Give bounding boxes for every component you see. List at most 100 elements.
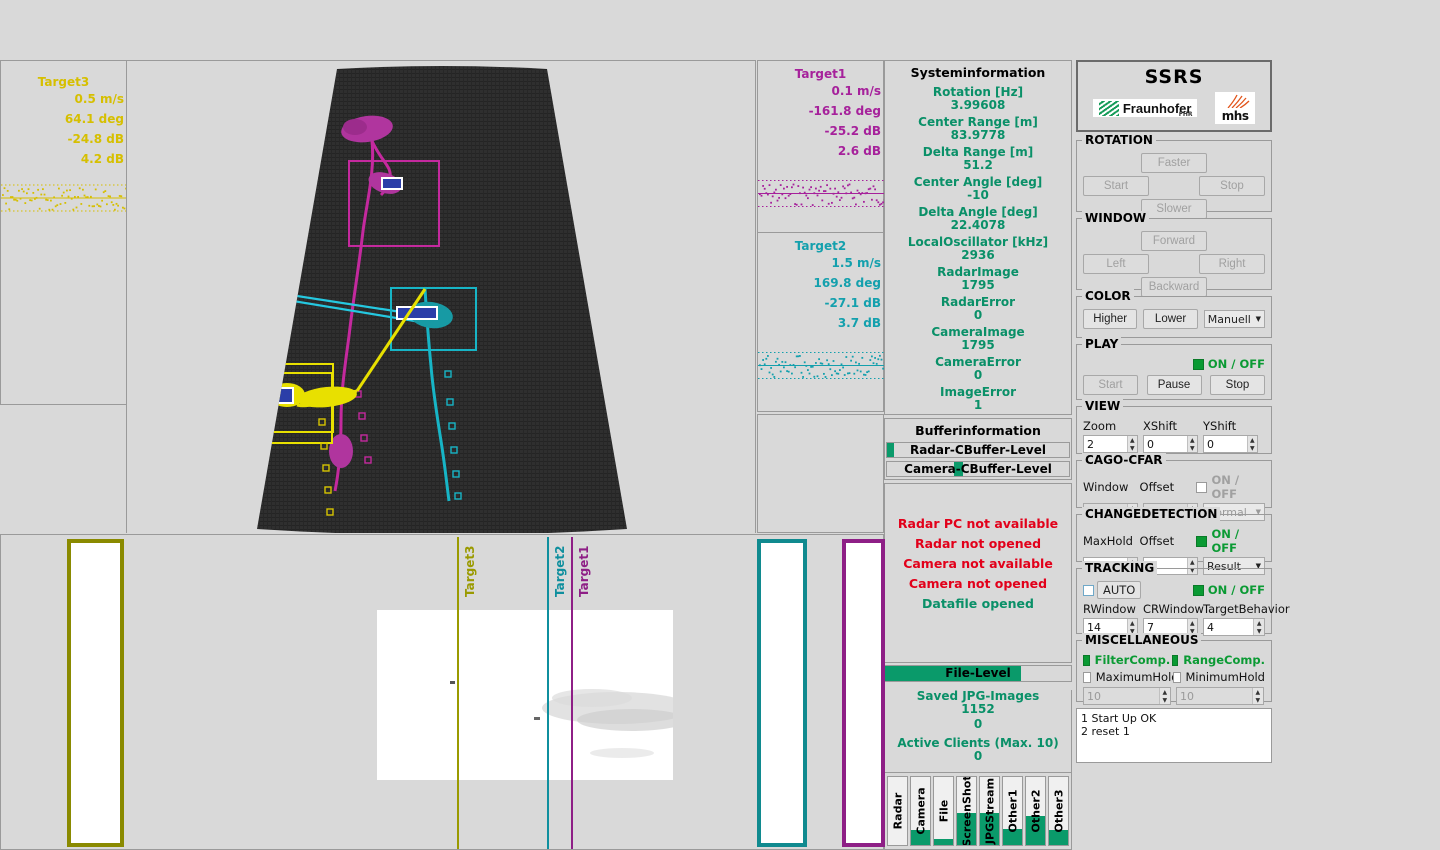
tab-label: Camera xyxy=(914,787,927,835)
maximumhold-stepper[interactable]: ▲▼ xyxy=(1083,687,1171,705)
rotation-faster-button[interactable]: Faster xyxy=(1141,153,1207,173)
tracking-title: TRACKING xyxy=(1082,561,1158,575)
status-messages-panel: Radar PC not available Radar not opened Ca… xyxy=(884,483,1072,663)
radar-ppi-display[interactable] xyxy=(126,60,756,533)
tracking-behavior-input[interactable] xyxy=(1204,619,1254,635)
view-xshift-input[interactable] xyxy=(1144,436,1187,452)
system-info-row: Center Range [m] 83.9778 xyxy=(885,116,1071,142)
play-start-button[interactable]: Start xyxy=(1083,375,1138,395)
tab-label: ScreenShot xyxy=(960,776,973,846)
tab-label: Radar xyxy=(891,792,904,830)
rotation-slower-button[interactable]: Slower xyxy=(1141,199,1207,219)
tab-label: Other1 xyxy=(1006,789,1019,833)
rotation-title: ROTATION xyxy=(1082,133,1156,147)
minimumhold-checkbox[interactable] xyxy=(1172,671,1181,683)
rangecomp-label: RangeComp. xyxy=(1183,653,1265,667)
play-title: PLAY xyxy=(1082,337,1122,351)
view-title: VIEW xyxy=(1082,399,1124,413)
system-info-row: Delta Angle [deg] 22.4078 xyxy=(885,206,1071,232)
cd-onoff-label: ON / OFF xyxy=(1211,527,1240,555)
rangecomp-checkbox[interactable] xyxy=(1171,654,1179,666)
fraunhofer-sub-label: FHR xyxy=(1178,111,1193,118)
tab-other3[interactable]: Other3 xyxy=(1048,776,1069,846)
tracking-onoff-label: ON / OFF xyxy=(1207,583,1265,597)
tracking-auto-checkbox[interactable] xyxy=(1083,584,1094,596)
system-info-value: 22.4078 xyxy=(950,218,1006,232)
status-message: Radar PC not available xyxy=(897,516,1059,531)
filtercomp-checkbox[interactable] xyxy=(1083,654,1090,666)
color-mode-select[interactable]: Manuell ▼ xyxy=(1203,310,1265,328)
rotation-group: ROTATION Faster Start Stop Slower xyxy=(1076,133,1272,219)
play-stop-button[interactable]: Stop xyxy=(1210,375,1265,395)
target1-marker-line xyxy=(571,537,573,849)
target1-camera-crop[interactable] xyxy=(842,539,885,847)
target2-camera-crop[interactable] xyxy=(757,539,807,847)
color-group: COLOR Higher Lower Manuell ▼ xyxy=(1076,289,1272,338)
minimumhold-stepper[interactable]: ▲▼ xyxy=(1176,687,1264,705)
fraunhofer-mark-icon xyxy=(1098,101,1119,116)
tab-camera[interactable]: Camera xyxy=(910,776,931,846)
tracking-behavior-stepper[interactable]: ▲▼ xyxy=(1203,618,1265,636)
tab-screenshot[interactable]: ScreenShot xyxy=(956,776,977,846)
view-zoom-input[interactable] xyxy=(1084,436,1127,452)
camera-view-area: Target3 Target2 Target1 xyxy=(0,534,885,850)
tab-label: JPGStream xyxy=(983,777,996,845)
window-backward-button[interactable]: Backward xyxy=(1141,277,1207,297)
view-yshift-stepper[interactable]: ▲▼ xyxy=(1203,435,1258,453)
target2-marker-label: Target2 xyxy=(553,545,567,597)
changedetection-title: CHANGEDETECTION xyxy=(1082,507,1221,521)
view-yshift-input[interactable] xyxy=(1204,436,1247,452)
stepper-arrows-icon[interactable]: ▲▼ xyxy=(1251,688,1263,704)
color-higher-button[interactable]: Higher xyxy=(1083,309,1138,329)
saved-jpg-value: 1152 xyxy=(961,702,995,716)
stepper-arrows-icon[interactable]: ▲▼ xyxy=(1158,688,1170,704)
stepper-arrows-icon[interactable]: ▲▼ xyxy=(1186,436,1197,452)
camera-panorama[interactable] xyxy=(377,610,692,780)
cago-onoff-checkbox[interactable] xyxy=(1196,481,1207,493)
stream-tab-strip[interactable]: Radar Camera File ScreenShot JPGStream Other1… xyxy=(884,772,1072,850)
tracking-auto-label[interactable]: AUTO xyxy=(1097,581,1142,599)
rotation-start-button[interactable]: Start xyxy=(1083,176,1149,196)
tab-jpgstream[interactable]: JPGStream xyxy=(979,776,1000,846)
log-output[interactable]: 1 Start Up OK 2 reset 1 xyxy=(1076,708,1272,763)
panorama-content xyxy=(377,610,692,780)
window-forward-button[interactable]: Forward xyxy=(1141,231,1207,251)
tab-other2[interactable]: Other2 xyxy=(1025,776,1046,846)
miscellaneous-group: MISCELLANEOUS FilterComp. RangeComp. Max… xyxy=(1076,633,1272,705)
maximumhold-checkbox[interactable] xyxy=(1083,671,1091,683)
tab-level-fill xyxy=(934,838,953,845)
buffer-information-title: Bufferinformation xyxy=(915,423,1041,438)
rotation-stop-button[interactable]: Stop xyxy=(1199,176,1265,196)
maximumhold-input[interactable] xyxy=(1084,688,1159,704)
tracking-crwindow-label: CRWindow xyxy=(1143,602,1204,616)
radar-cbuffer-level-bar: Radar-CBuffer-Level xyxy=(886,442,1070,458)
window-right-button[interactable]: Right xyxy=(1199,254,1265,274)
stepper-arrows-icon[interactable]: ▲▼ xyxy=(1126,436,1137,452)
play-onoff-indicator[interactable] xyxy=(1192,358,1204,370)
radar-cbuffer-label: Radar-CBuffer-Level xyxy=(909,443,1047,457)
color-lower-button[interactable]: Lower xyxy=(1143,309,1198,329)
target1-angle: -161.8 deg xyxy=(808,104,881,118)
chevron-down-icon: ▼ xyxy=(1255,315,1261,323)
tab-radar[interactable]: Radar xyxy=(887,776,908,846)
cd-onoff-checkbox[interactable] xyxy=(1196,535,1207,547)
cd-maxhold-label: MaxHold xyxy=(1083,534,1133,548)
tracking-onoff-checkbox[interactable] xyxy=(1192,584,1204,596)
target3-camera-crop[interactable] xyxy=(67,539,124,847)
stepper-arrows-icon[interactable]: ▲▼ xyxy=(1253,619,1264,635)
minimumhold-input[interactable] xyxy=(1177,688,1252,704)
view-zoom-stepper[interactable]: ▲▼ xyxy=(1083,435,1138,453)
tab-file[interactable]: File xyxy=(933,776,954,846)
tab-other1[interactable]: Other1 xyxy=(1002,776,1023,846)
window-title: WINDOW xyxy=(1082,211,1150,225)
target2-speed: 1.5 m/s xyxy=(831,256,881,270)
system-info-row: Rotation [Hz] 3.99608 xyxy=(885,86,1071,112)
window-left-button[interactable]: Left xyxy=(1083,254,1149,274)
stepper-arrows-icon[interactable]: ▲▼ xyxy=(1246,436,1257,452)
play-pause-button[interactable]: Pause xyxy=(1146,375,1202,395)
target1-snr: 2.6 dB xyxy=(837,144,881,158)
minimumhold-label: MinimumHold xyxy=(1185,670,1265,684)
cago-cfar-group: CAGO-CFAR Window Offset ON / OFF ▲▼ ▲▼ N… xyxy=(1076,453,1272,521)
target2-snr: 3.7 dB xyxy=(837,316,881,330)
view-xshift-stepper[interactable]: ▲▼ xyxy=(1143,435,1198,453)
